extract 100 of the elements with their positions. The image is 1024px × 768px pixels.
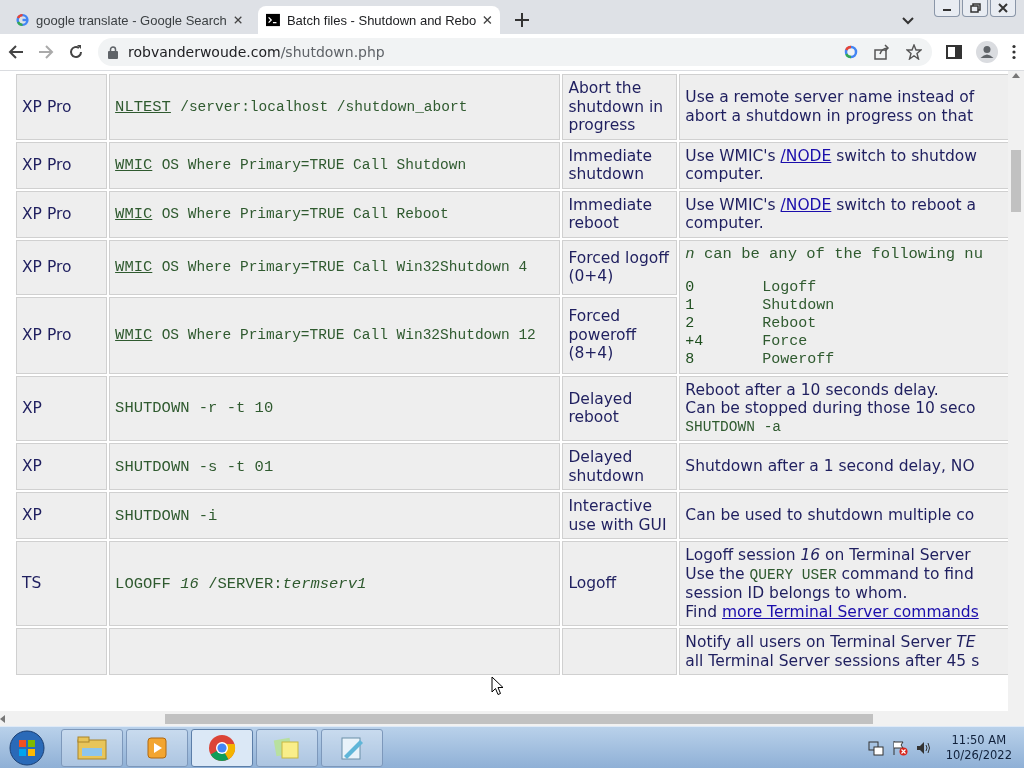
- code-text: SHUTDOWN -a: [685, 417, 783, 436]
- cursor-icon: [491, 676, 504, 696]
- code-meaning: Shutdown: [762, 296, 836, 315]
- close-icon[interactable]: [483, 15, 492, 25]
- browser-tab[interactable]: Batch files - Shutdown and Rebo: [258, 6, 500, 34]
- url-text: robvanderwoude.com/shutdown.php: [128, 44, 385, 60]
- table-cell: XP Pro: [16, 190, 108, 238]
- scroll-up-icon[interactable]: [1012, 73, 1020, 78]
- code-value: 2: [685, 314, 696, 333]
- scroll-thumb[interactable]: [1011, 150, 1021, 212]
- table-cell: Interactive use with GUI: [562, 492, 678, 539]
- command-text: LOGOFF 16 /SERVER:termserv1: [115, 574, 368, 593]
- address-bar[interactable]: robvanderwoude.com/shutdown.php: [98, 38, 932, 66]
- table-cell: Immediate reboot: [562, 190, 678, 238]
- note-text: Shutdown after a 1 second delay, NO: [685, 457, 976, 476]
- table-cell: XP Pro: [16, 296, 108, 374]
- folder-icon: [77, 735, 107, 760]
- scroll-left-icon[interactable]: [0, 714, 5, 723]
- table-cell: Abort the shutdown in progress: [562, 74, 678, 140]
- menu-icon[interactable]: [1012, 44, 1016, 60]
- note-text: computer.: [685, 165, 765, 184]
- google-icon[interactable]: [844, 45, 858, 59]
- table-cell: XP: [16, 443, 108, 490]
- note-text: session ID belongs to whom.: [685, 584, 909, 603]
- table-cell: TS: [16, 541, 108, 626]
- restore-icon[interactable]: [968, 2, 982, 14]
- side-panel-icon[interactable]: [946, 44, 962, 60]
- code-value: 0: [685, 278, 696, 297]
- link[interactable]: more Terminal Server commands: [722, 602, 979, 621]
- link[interactable]: /NODE: [780, 195, 832, 214]
- note-text: Logoff session 16 on Terminal Server: [685, 546, 972, 565]
- back-icon[interactable]: [8, 44, 24, 60]
- note-text: Can be stopped during those 10 seco: [685, 399, 977, 418]
- note-text: Notify all users on Terminal Server TE: [685, 633, 977, 652]
- clock-time: 11:50 AM: [951, 732, 1007, 748]
- command-text: NLTEST /server:localhost /shutdown_abort: [115, 97, 469, 116]
- command-text: WMIC OS Where Primary=TRUE Call Win32Shutdown 12: [115, 326, 537, 345]
- code-value: +4: [685, 332, 705, 351]
- lock-icon: [108, 45, 118, 59]
- command-text: WMIC OS Where Primary=TRUE Call Shutdown: [115, 156, 468, 174]
- console-icon: [266, 12, 280, 28]
- google-icon: [16, 12, 30, 28]
- clock-date: 10/26/2022: [945, 747, 1012, 763]
- command-link[interactable]: WMIC: [115, 156, 153, 174]
- command-text: SHUTDOWN -r -t 10: [115, 399, 275, 418]
- close-icon[interactable]: [996, 2, 1010, 14]
- code-meaning: Poweroff: [762, 350, 836, 369]
- command-text: WMIC OS Where Primary=TRUE Call Win32Shutdown 4: [115, 258, 529, 277]
- note-text: Use the QUERY USER command to find: [685, 564, 975, 584]
- table-cell: Delayed shutdown: [562, 443, 678, 490]
- close-icon[interactable]: [233, 15, 242, 25]
- play-icon: [145, 735, 169, 760]
- notepad-icon: [339, 734, 365, 761]
- new-tab-icon[interactable]: [515, 13, 529, 27]
- horizontal-scrollbar[interactable]: [0, 711, 1024, 726]
- link[interactable]: /NODE: [780, 146, 832, 165]
- start-icon[interactable]: [9, 729, 45, 766]
- taskbar-button[interactable]: [191, 728, 253, 767]
- command-link[interactable]: WMIC: [115, 326, 153, 345]
- code-meaning: Logoff: [762, 278, 818, 297]
- chrome-icon: [208, 733, 236, 762]
- command-link[interactable]: WMIC: [115, 258, 153, 277]
- clock[interactable]: 11:50 AM 10/26/2022: [945, 732, 1012, 763]
- table-cell: XP Pro: [16, 239, 108, 295]
- table-cell: Forced logoff (0+4): [562, 239, 678, 295]
- command-text: SHUTDOWN -s -t 01: [115, 457, 275, 476]
- code-meaning: Reboot: [762, 314, 818, 333]
- table-cell: Immediate shutdown: [562, 141, 678, 189]
- command-link[interactable]: WMIC: [115, 205, 153, 223]
- browser-tab[interactable]: google translate - Google Search: [8, 6, 250, 34]
- note-text: Use WMIC's /NODE switch to reboot a: [685, 195, 978, 214]
- scroll-thumb[interactable]: [165, 713, 873, 724]
- note-text: Find more Terminal Server commands: [685, 602, 980, 621]
- flag-icon[interactable]: [891, 739, 908, 756]
- note-text: Use WMIC's /NODE switch to shutdow: [685, 146, 978, 165]
- table-cell: XP Pro: [16, 74, 108, 140]
- command-text: WMIC OS Where Primary=TRUE Call Reboot: [115, 205, 450, 223]
- taskbar-button[interactable]: [321, 728, 383, 767]
- command-text: SHUTDOWN -i: [115, 506, 219, 525]
- code-value: 8: [685, 350, 696, 369]
- reload-icon[interactable]: [68, 44, 84, 60]
- note-text: abort a shutdown in progress on that: [685, 106, 975, 126]
- note-text: Can be used to shutdown multiple co: [685, 506, 976, 525]
- profile-icon[interactable]: [976, 41, 998, 63]
- note-text: computer.: [685, 214, 765, 233]
- star-icon[interactable]: [906, 44, 922, 60]
- table-cell: Forced poweroff (8+4): [562, 296, 678, 374]
- network-icon[interactable]: [867, 739, 884, 756]
- note-text: Reboot after a 10 seconds delay.: [685, 380, 940, 399]
- chevron-down-icon[interactable]: [902, 17, 914, 25]
- table-cell: XP: [16, 492, 108, 539]
- code-text: n can be any of the following nu: [685, 244, 984, 263]
- note-text: all Terminal Server sessions after 45 s: [685, 651, 981, 670]
- code-value: 1: [685, 296, 696, 315]
- sticky-notes-icon: [273, 735, 301, 760]
- code-meaning: Force: [762, 332, 809, 351]
- table-cell: XP: [16, 375, 108, 441]
- command-link[interactable]: NLTEST: [115, 97, 171, 116]
- share-icon[interactable]: [874, 44, 890, 60]
- table-cell: Delayed reboot: [562, 375, 678, 441]
